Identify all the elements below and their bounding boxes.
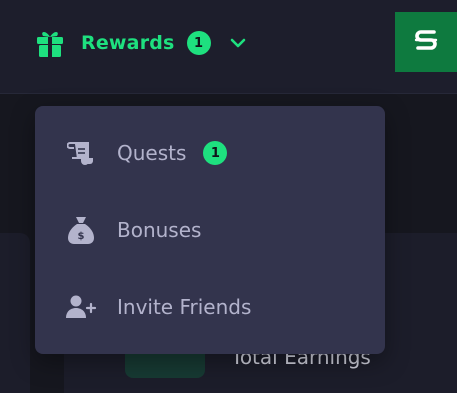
brand-logo-icon bbox=[412, 26, 440, 58]
scroll-icon bbox=[65, 137, 97, 169]
left-panel bbox=[0, 233, 30, 393]
brand-logo-button[interactable] bbox=[395, 12, 457, 72]
rewards-label: Rewards bbox=[81, 32, 175, 54]
rewards-count-badge: 1 bbox=[186, 31, 211, 55]
menu-item-label: Invite Friends bbox=[117, 295, 252, 319]
gift-icon bbox=[34, 27, 66, 59]
rewards-dropdown-toggle[interactable]: Rewards 1 bbox=[34, 24, 247, 62]
menu-item-invite-friends[interactable]: Invite Friends bbox=[65, 287, 251, 327]
top-bar: Rewards 1 bbox=[0, 0, 457, 94]
money-bag-icon: $ bbox=[65, 214, 97, 246]
quests-count-badge: 1 bbox=[203, 141, 228, 165]
svg-text:$: $ bbox=[78, 231, 85, 242]
menu-item-label: Quests bbox=[117, 141, 187, 165]
menu-item-quests[interactable]: Quests 1 bbox=[65, 133, 228, 173]
add-user-icon bbox=[65, 291, 97, 323]
chevron-down-icon bbox=[229, 34, 247, 52]
rewards-dropdown-menu: Quests 1 $ Bonuses Invite Friends bbox=[35, 106, 385, 354]
menu-item-label: Bonuses bbox=[117, 218, 202, 242]
menu-item-bonuses[interactable]: $ Bonuses bbox=[65, 210, 201, 250]
